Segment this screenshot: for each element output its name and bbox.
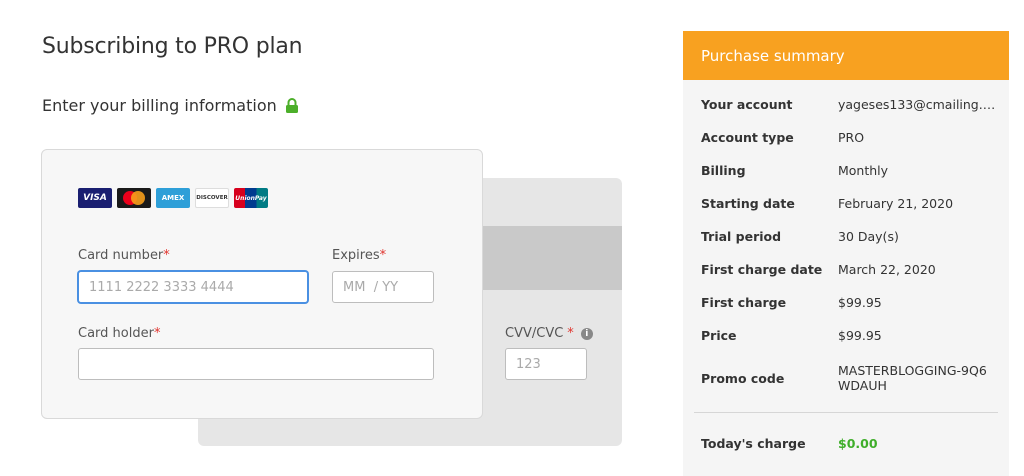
unionpay-logo-icon: UnionPay bbox=[234, 188, 268, 208]
billing-heading: Enter your billing information bbox=[42, 96, 299, 115]
summary-row-billing: Billing Monthly bbox=[701, 154, 1001, 187]
summary-value: yageses133@cmailing.c… bbox=[838, 97, 998, 112]
expires-input[interactable] bbox=[332, 271, 434, 303]
summary-row-promo-code: Promo code MASTERBLOGGING-9Q6WDAUH bbox=[701, 352, 1001, 404]
expires-label-text: Expires bbox=[332, 248, 380, 263]
card-number-label: Card number* bbox=[78, 248, 170, 263]
page-title: Subscribing to PRO plan bbox=[42, 34, 303, 59]
summary-key: First charge date bbox=[701, 262, 823, 277]
lock-icon bbox=[285, 97, 299, 114]
required-mark: * bbox=[163, 248, 170, 263]
required-mark: * bbox=[567, 326, 574, 341]
summary-key: Your account bbox=[701, 97, 793, 112]
amex-logo-icon: AMEX bbox=[156, 188, 190, 208]
mastercard-logo-icon bbox=[117, 188, 151, 208]
summary-header: Purchase summary bbox=[683, 31, 1009, 80]
card-number-input[interactable] bbox=[78, 271, 308, 303]
cvv-label: CVV/CVC * i bbox=[505, 326, 593, 341]
billing-heading-text: Enter your billing information bbox=[42, 96, 277, 115]
visa-logo-icon: VISA bbox=[78, 188, 112, 208]
card-front-panel: VISA AMEX DISCOVER UnionPay Card number*… bbox=[41, 149, 483, 419]
summary-value: Monthly bbox=[838, 163, 889, 178]
summary-value: $99.95 bbox=[838, 328, 882, 343]
summary-row-first-charge-date: First charge date March 22, 2020 bbox=[701, 253, 1001, 286]
summary-value: $99.95 bbox=[838, 295, 882, 310]
summary-row-starting-date: Starting date February 21, 2020 bbox=[701, 187, 1001, 220]
summary-row-first-charge: First charge $99.95 bbox=[701, 286, 1001, 319]
cvv-label-text: CVV/CVC bbox=[505, 326, 564, 341]
summary-row-trial-period: Trial period 30 Day(s) bbox=[701, 220, 1001, 253]
summary-row-price: Price $99.95 bbox=[701, 319, 1001, 352]
summary-row-account-type: Account type PRO bbox=[701, 121, 1001, 154]
required-mark: * bbox=[153, 326, 161, 341]
summary-key: Promo code bbox=[701, 370, 785, 386]
summary-key: First charge bbox=[701, 295, 787, 310]
summary-key: Price bbox=[701, 328, 737, 343]
summary-rows: Your account yageses133@cmailing.c… Acco… bbox=[701, 88, 1001, 404]
summary-value: February 21, 2020 bbox=[838, 196, 954, 211]
expires-label: Expires* bbox=[332, 248, 386, 263]
summary-row-account: Your account yageses133@cmailing.c… bbox=[701, 88, 1001, 121]
card-holder-input[interactable] bbox=[78, 348, 434, 380]
discover-logo-icon: DISCOVER bbox=[195, 188, 229, 208]
summary-divider bbox=[694, 412, 998, 413]
purchase-summary-panel: Purchase summary Your account yageses133… bbox=[683, 31, 1009, 476]
todays-charge-value: $0.00 bbox=[838, 435, 878, 451]
summary-value: PRO bbox=[838, 130, 865, 145]
card-holder-label-text: Card holder bbox=[78, 326, 154, 341]
summary-value: MASTERBLOGGING-9Q6WDAUH bbox=[838, 363, 987, 393]
summary-key: Billing bbox=[701, 163, 746, 178]
summary-key: Starting date bbox=[701, 196, 795, 211]
required-mark: * bbox=[379, 248, 387, 263]
cvv-input[interactable] bbox=[505, 348, 587, 380]
card-holder-label: Card holder* bbox=[78, 326, 160, 341]
card-number-label-text: Card number bbox=[78, 248, 164, 263]
summary-value: March 22, 2020 bbox=[838, 262, 936, 277]
summary-key: Trial period bbox=[701, 229, 782, 244]
info-icon[interactable]: i bbox=[580, 327, 593, 340]
summary-value: 30 Day(s) bbox=[838, 229, 899, 244]
todays-charge-row: Today's charge $0.00 bbox=[701, 428, 1001, 458]
summary-key: Account type bbox=[701, 130, 794, 145]
card-brand-logos: VISA AMEX DISCOVER UnionPay bbox=[78, 188, 268, 208]
todays-charge-label: Today's charge bbox=[701, 435, 806, 451]
